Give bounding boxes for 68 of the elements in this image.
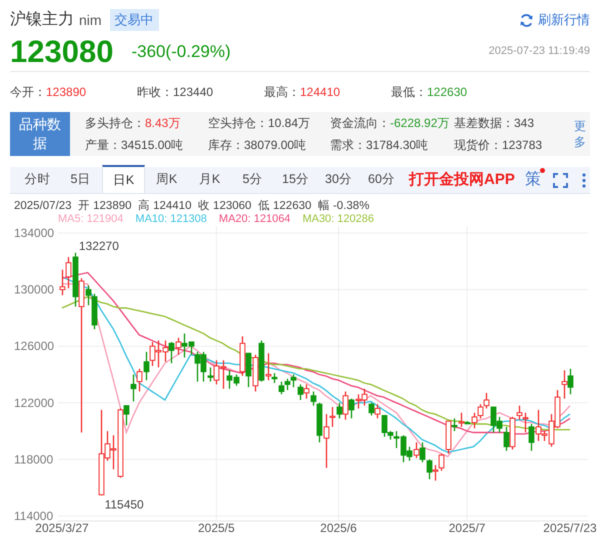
strategy-button[interactable]: 策 <box>524 168 541 192</box>
stat-label: 多头持仓： <box>85 115 145 132</box>
field-label: 昨收： <box>137 84 173 101</box>
stat-label: 库存： <box>208 137 244 154</box>
field-value: 124410 <box>300 84 340 101</box>
stat-value: 123783 <box>502 137 542 154</box>
stat-value: 34515.00吨 <box>121 137 184 154</box>
stat-value: 38079.00吨 <box>244 137 306 154</box>
stat-value: -6228.92万 <box>390 115 450 132</box>
x-axis-label: 2025/7/23 <box>543 521 597 535</box>
y-axis-label: 122000 <box>14 396 54 410</box>
variety-data-tab[interactable]: 品种数据 <box>10 112 70 156</box>
legend-value: 121308 <box>170 213 207 226</box>
x-axis-label: 2025/5 <box>198 521 235 535</box>
quote-time: 2025-07-23 11:19:49 <box>488 44 590 60</box>
period-tab[interactable]: 5日 <box>59 166 102 193</box>
legend-series-name: MA30: <box>302 213 334 226</box>
period-tab[interactable]: 月K <box>188 166 231 193</box>
x-axis-label: 2025/7 <box>448 521 486 535</box>
field-value: 123440 <box>173 84 214 101</box>
legend-series-name: MA10: <box>135 213 168 226</box>
refresh-icon <box>519 12 534 28</box>
field-value: 122630 <box>427 84 468 101</box>
stat-label: 空头持仓： <box>208 115 268 132</box>
y-axis-label: 134000 <box>14 226 54 240</box>
stat-value: 10.84万 <box>268 115 310 132</box>
field-value: 123890 <box>46 84 86 101</box>
legend-series-name: MA5: <box>58 213 84 226</box>
ohlc-info: 2025/07/23 开 123890 高 124410 收 123060 低 122630 幅 -0.38% <box>13 199 370 213</box>
x-axis-label: 2025/6 <box>320 521 357 535</box>
stat-value: 8.43万 <box>145 115 180 132</box>
period-tab[interactable]: 30分 <box>317 166 360 193</box>
legend-value: 120286 <box>337 213 374 226</box>
period-tab[interactable]: 日K <box>102 165 145 193</box>
y-axis-label: 126000 <box>14 339 54 354</box>
y-axis-label: 130000 <box>14 282 54 297</box>
stat-label: 现货价： <box>454 137 502 154</box>
instrument-code: nim <box>79 10 102 30</box>
legend-value: 121064 <box>254 213 290 226</box>
trading-status-badge: 交易中 <box>110 9 159 31</box>
fullscreen-icon[interactable] <box>552 172 568 188</box>
field-label: 最高： <box>264 84 300 101</box>
stat-label: 产量： <box>85 137 121 154</box>
field-label: 最低： <box>391 84 427 101</box>
legend-series-name: MA20: <box>218 213 251 226</box>
legend-value: 121904 <box>86 213 124 226</box>
instrument-name: 沪镍主力 <box>10 10 74 30</box>
app-download-link[interactable]: 打开金投网APP <box>409 168 515 192</box>
stat-value: 343 <box>514 115 534 132</box>
stat-value: 31784.30吨 <box>366 137 428 154</box>
period-tab[interactable]: 15分 <box>274 166 317 193</box>
last-price: 123080 <box>10 36 114 67</box>
refresh-button[interactable]: 刷新行情 <box>519 10 590 30</box>
price-annotation: 115450 <box>104 497 144 512</box>
y-axis-label: 114000 <box>14 509 54 523</box>
period-tab[interactable]: 5分 <box>231 166 274 193</box>
x-axis-label: 2025/3/27 <box>35 521 89 535</box>
stat-label: 需求： <box>330 137 366 154</box>
y-axis-label: 118000 <box>14 452 54 466</box>
period-tab[interactable]: 分时 <box>16 166 59 193</box>
period-tab[interactable]: 周K <box>145 166 188 193</box>
field-label: 今开： <box>10 84 46 101</box>
period-tab[interactable]: 60分 <box>360 166 403 193</box>
stat-label: 资金流向： <box>330 115 390 132</box>
price-annotation: 132270 <box>78 238 119 253</box>
price-change: -360(-0.29%) <box>131 40 231 63</box>
more-options-icon[interactable] <box>582 172 586 188</box>
stat-label: 基差数据： <box>454 115 514 132</box>
